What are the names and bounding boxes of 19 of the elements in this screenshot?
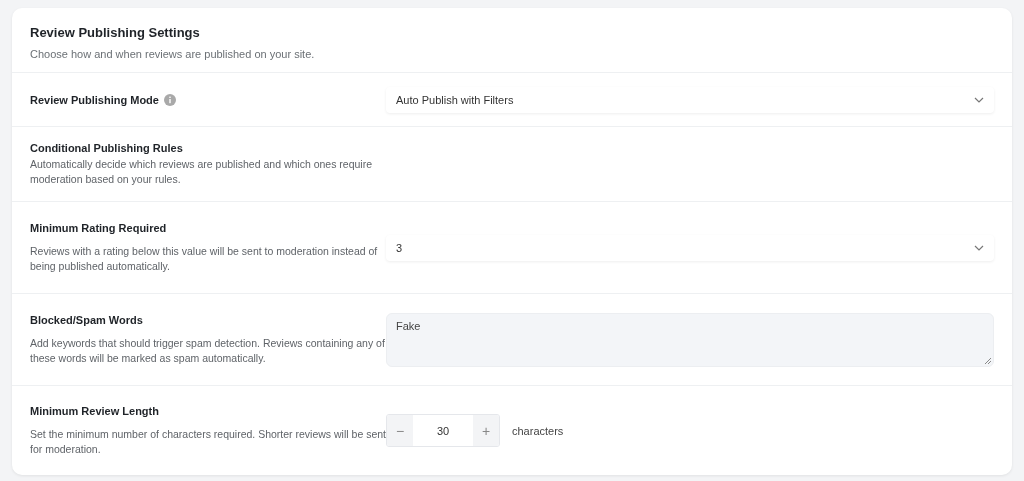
- setting-description: Add keywords that should trigger spam detection. Reviews containing any of these words will be marked as spam automatically.: [30, 335, 386, 366]
- setting-description: Automatically decide which reviews are published and which ones require moderation based on your rules.: [30, 156, 374, 187]
- text-area[interactable]: Fake: [386, 312, 994, 367]
- dropdown[interactable]: 3: [386, 234, 994, 261]
- chevron-down-icon: [974, 96, 984, 103]
- chevron-down-icon: [974, 244, 984, 251]
- setting-label: Minimum Review Length: [30, 404, 159, 417]
- info-icon[interactable]: [163, 93, 176, 106]
- setting-label: Minimum Rating Required: [30, 221, 167, 234]
- section-subtitle: Choose how and when reviews are published on your site.: [30, 48, 316, 60]
- resize-handle-icon[interactable]: [984, 356, 991, 364]
- setting-label: Conditional Publishing Rules: [30, 141, 183, 154]
- setting-label: Review Publishing Mode: [30, 93, 159, 106]
- setting-description: Set the minimum number of characters required. Shorter reviews will be sent for moderation.: [30, 426, 386, 457]
- unit-label: characters: [512, 424, 564, 437]
- section-title: Review Publishing Settings: [30, 25, 201, 40]
- dropdown[interactable]: Auto Publish with Filters: [386, 86, 994, 113]
- setting-label: Blocked/Spam Words: [30, 313, 143, 326]
- setting-description: Reviews with a rating below this value will be sent to moderation instead of being published automatically.: [30, 243, 379, 274]
